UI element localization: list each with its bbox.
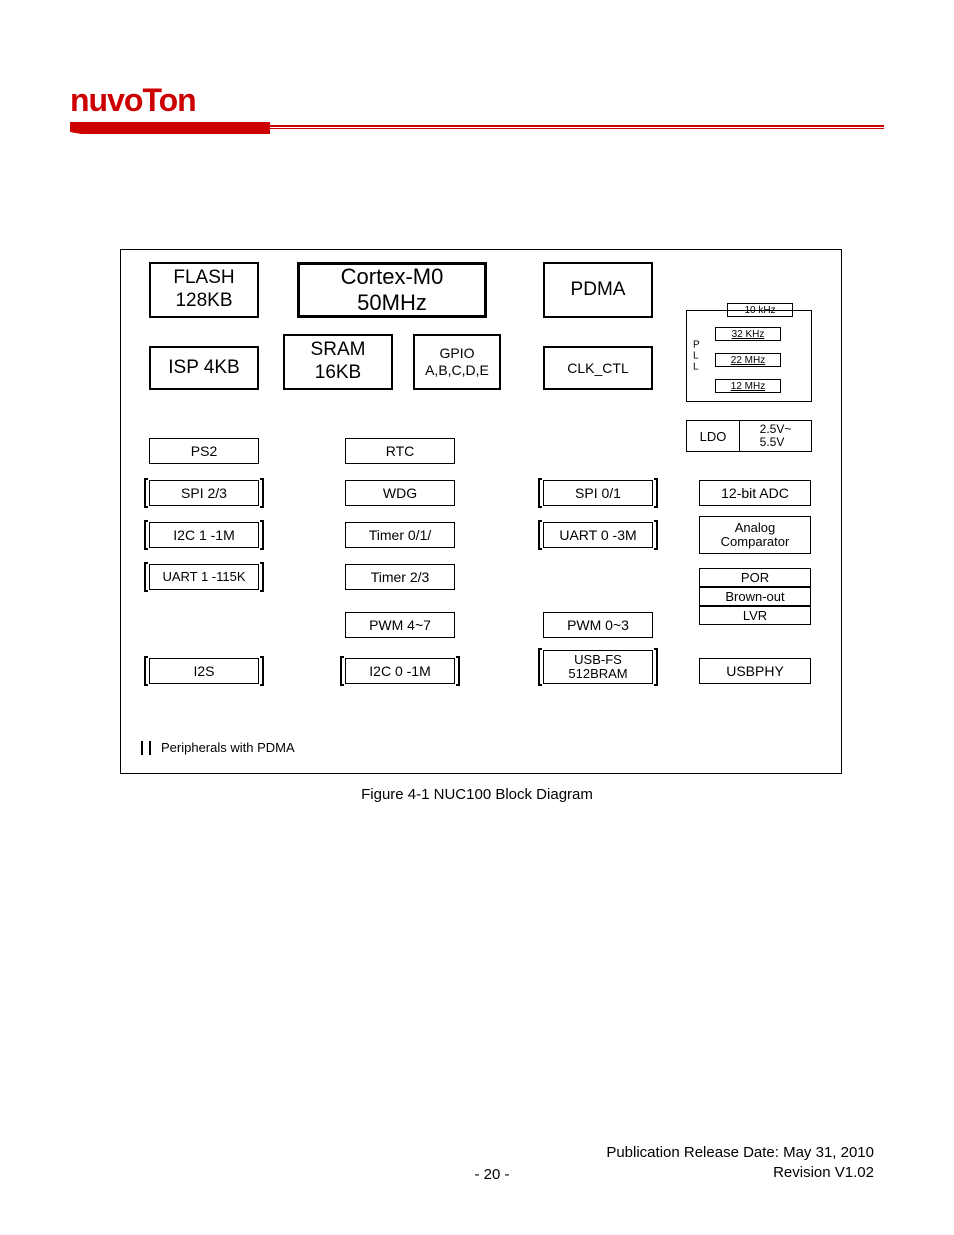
flash-l1: FLASH (173, 267, 234, 290)
timer01-text: Timer 0/1/ (369, 527, 432, 544)
ldo-r: 2.5V~ 5.5V (740, 420, 812, 452)
flash-box: FLASH 128KB (149, 262, 259, 318)
osc-12m: 12 MHz (715, 379, 781, 393)
clk-box: CLK_CTL (543, 346, 653, 390)
pdma-box: PDMA (543, 262, 653, 318)
rtc-text: RTC (386, 443, 415, 460)
header-rule (70, 125, 884, 129)
i2c0-text: I2C 0 -1M (369, 663, 430, 680)
osc-22m: 22 MHz (715, 353, 781, 367)
legend-icon (141, 741, 151, 755)
lvr-text: LVR (699, 606, 811, 625)
usb-box: USB-FS 512BRAM (543, 650, 653, 684)
spi01-text: SPI 0/1 (575, 485, 621, 502)
analog-box: Analog Comparator (699, 516, 811, 554)
sram-box: SRAM 16KB (283, 334, 393, 390)
pub-date: Publication Release Date: May 31, 2010 (606, 1143, 874, 1163)
uart1-text: UART 1 -115K (162, 569, 245, 585)
i2c1-box: I2C 1 -1M (149, 522, 259, 548)
uart1-box: UART 1 -115K (149, 564, 259, 590)
figure-caption: Figure 4-1 NUC100 Block Diagram (0, 786, 954, 803)
por-text: POR (699, 568, 811, 587)
cortex-box: Cortex-M0 50MHz (297, 262, 487, 318)
i2s-text: I2S (193, 663, 214, 680)
timer23-box: Timer 2/3 (345, 564, 455, 590)
revision: Revision V1.02 (606, 1163, 874, 1183)
isp-text: ISP 4KB (168, 357, 239, 380)
spi23-text: SPI 2/3 (181, 485, 227, 502)
sram-l1: SRAM (311, 339, 366, 362)
pwm47-text: PWM 4~7 (369, 617, 431, 634)
isp-box: ISP 4KB (149, 346, 259, 390)
pll-frame: P L L 10 kHz 32 KHz 22 MHz 12 MHz (686, 310, 812, 402)
sram-l2: 16KB (315, 362, 361, 385)
rtc-box: RTC (345, 438, 455, 464)
i2c1-text: I2C 1 -1M (173, 527, 234, 544)
usbphy-box: USBPHY (699, 658, 811, 684)
usb-l1: USB-FS (574, 653, 622, 667)
cortex-l2: 50MHz (357, 290, 427, 316)
usb-l2: 512BRAM (568, 667, 627, 681)
block-diagram: FLASH 128KB Cortex-M0 50MHz PDMA ISP 4KB… (120, 249, 842, 774)
pll-label: P L L (693, 340, 700, 373)
ldo-box: LDO 2.5V~ 5.5V (686, 420, 812, 452)
ps2-text: PS2 (191, 443, 217, 460)
adc-box: 12-bit ADC (699, 480, 811, 506)
ldo-l: LDO (686, 420, 740, 452)
gpio-l2: A,B,C,D,E (425, 362, 489, 379)
brand-logo: nuvoTon (70, 82, 884, 119)
wdg-box: WDG (345, 480, 455, 506)
osc-10k: 10 kHz (727, 303, 793, 317)
timer01-box: Timer 0/1/ (345, 522, 455, 548)
clk-text: CLK_CTL (567, 360, 628, 377)
wdg-text: WDG (383, 485, 417, 502)
uart0-text: UART 0 -3M (559, 527, 636, 544)
ps2-box: PS2 (149, 438, 259, 464)
timer23-text: Timer 2/3 (371, 569, 430, 586)
flash-l2: 128KB (175, 290, 232, 313)
gpio-l1: GPIO (439, 345, 474, 362)
adc-text: 12-bit ADC (721, 485, 789, 502)
i2s-box: I2S (149, 658, 259, 684)
osc-32k: 32 KHz (715, 327, 781, 341)
analog-l1: Analog (735, 521, 775, 535)
legend: Peripherals with PDMA (141, 740, 295, 755)
pdma-text: PDMA (571, 279, 626, 302)
analog-l2: Comparator (721, 535, 790, 549)
legend-text: Peripherals with PDMA (161, 740, 295, 755)
usbphy-text: USBPHY (726, 663, 784, 680)
brownout-text: Brown-out (699, 587, 811, 606)
por-stack: POR Brown-out LVR (699, 568, 811, 625)
i2c0-box: I2C 0 -1M (345, 658, 455, 684)
cortex-l1: Cortex-M0 (341, 264, 444, 290)
gpio-box: GPIO A,B,C,D,E (413, 334, 501, 390)
spi23-box: SPI 2/3 (149, 480, 259, 506)
page-number: - 20 - (474, 1166, 509, 1183)
pwm47-box: PWM 4~7 (345, 612, 455, 638)
uart0-box: UART 0 -3M (543, 522, 653, 548)
spi01-box: SPI 0/1 (543, 480, 653, 506)
pwm03-text: PWM 0~3 (567, 617, 629, 634)
pwm03-box: PWM 0~3 (543, 612, 653, 638)
